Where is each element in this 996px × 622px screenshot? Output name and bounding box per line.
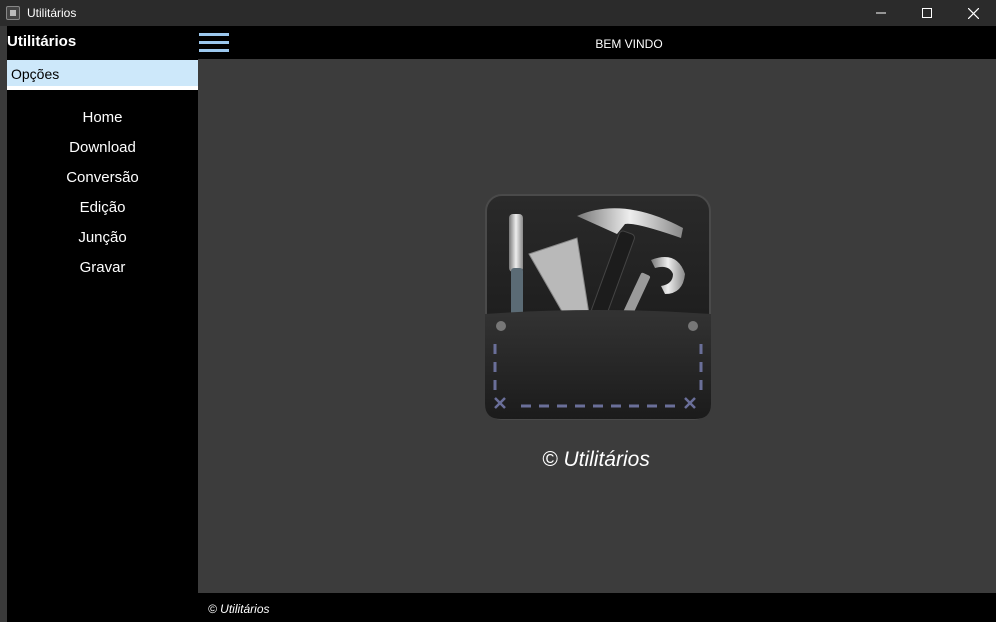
sidebar-item-home[interactable]: Home — [7, 106, 198, 136]
window-left-edge — [0, 26, 7, 622]
sidebar-menu: Home Download Conversão Edição Junção Gr… — [7, 106, 198, 286]
tools-pocket-logo-icon — [485, 194, 711, 420]
maximize-icon — [922, 8, 932, 18]
window-title: Utilitários — [27, 6, 77, 20]
minimize-icon — [876, 12, 886, 14]
close-icon — [967, 7, 979, 19]
sidebar-item-edicao[interactable]: Edição — [7, 196, 198, 226]
app-icon — [6, 6, 20, 20]
window-controls — [858, 0, 996, 26]
sidebar-item-gravar[interactable]: Gravar — [7, 256, 198, 286]
minimize-button[interactable] — [858, 0, 904, 26]
footer-copyright: © Utilitários — [208, 602, 270, 616]
main-content: © Utilitários — [198, 59, 996, 593]
window-titlebar: Utilitários — [0, 0, 996, 26]
sidebar-item-download[interactable]: Download — [7, 136, 198, 166]
logo-caption: © Utilitários — [542, 448, 650, 471]
options-label: Opções — [11, 66, 60, 82]
close-button[interactable] — [950, 0, 996, 26]
sidebar-title: Utilitários — [7, 33, 77, 50]
header-bar: BEM VINDO — [198, 26, 996, 59]
sidebar-item-conversao[interactable]: Conversão — [7, 166, 198, 196]
options-header[interactable]: Opções — [7, 60, 198, 90]
sidebar-item-juncao[interactable]: Junção — [7, 226, 198, 256]
sidebar: Utilitários Opções Home Download Convers… — [7, 26, 198, 622]
footer-bar: © Utilitários — [198, 593, 996, 622]
page-title: BEM VINDO — [595, 37, 663, 51]
maximize-button[interactable] — [904, 0, 950, 26]
